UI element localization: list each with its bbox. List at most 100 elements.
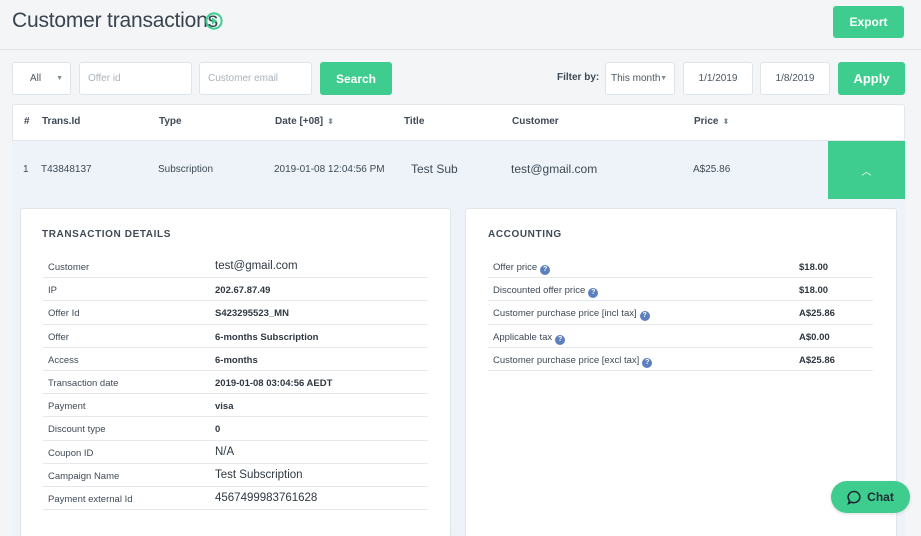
date-from-value: 1/1/2019 (698, 73, 738, 84)
detail-value: 202.67.87.49 (215, 285, 271, 297)
detail-row: Customer test@gmail.com (43, 255, 428, 279)
type-select[interactable]: All ▼ (12, 62, 71, 95)
detail-row: IP 202.67.87.49 (43, 278, 428, 302)
detail-row: Coupon ID N/A (43, 441, 428, 464)
detail-row: Offer Id S423295523_MN (43, 301, 428, 325)
question-circle-icon[interactable]: ? (540, 265, 551, 275)
offer-id-input[interactable] (80, 73, 191, 84)
row-title: Test Sub (411, 162, 458, 176)
date-to-value: 1/8/2019 (775, 73, 815, 84)
accounting-card: ACCOUNTING Offer price? $18.00 Discounted… (465, 208, 897, 536)
accounting-row: Customer purchase price [incl tax]? A$25.… (488, 301, 873, 325)
detail-key: Discount type (48, 424, 106, 436)
page-title: Customer transactions (12, 9, 218, 32)
question-circle-icon[interactable]: ? (555, 334, 566, 345)
column-header-date-label: Date [+08] (275, 116, 324, 127)
row-detail-panel: TRANSACTION DETAILS Customer test@gmail.c… (12, 199, 905, 536)
chevron-down-icon: ▼ (56, 75, 63, 82)
column-header-price[interactable]: Price ⬍ (694, 116, 729, 127)
date-to-input[interactable]: 1/8/2019 (760, 62, 830, 95)
offer-id-input-wrapper (79, 62, 192, 95)
detail-key: Access (48, 354, 79, 366)
detail-row: Offer 6-months Subscription (43, 325, 428, 348)
period-select-value: This month (611, 73, 661, 84)
detail-row: Discount type 0 (43, 417, 428, 441)
collapse-row-button[interactable]: ︿ (828, 141, 905, 200)
table-row[interactable]: 1 T43848137 Subscription 2019-01-08 12:0… (12, 140, 905, 200)
accounting-key: Applicable tax? (493, 332, 566, 345)
accounting-value: $18.00 (799, 285, 829, 297)
accounting-row: Customer purchase price [excl tax]? A$25.… (488, 348, 873, 371)
accounting-key: Customer purchase price [incl tax]? (493, 308, 650, 322)
type-select-value: All (30, 73, 42, 84)
detail-key: Coupon ID (48, 447, 94, 459)
accounting-table: Offer price? $18.00 Discounted offer pric… (488, 255, 873, 371)
detail-key: Customer (48, 262, 90, 273)
accounting-row: Discounted offer price? $18.00 (488, 278, 873, 302)
table-header: # Trans.Id Type Date [+08] ⬍ Title Custom… (12, 104, 905, 140)
sort-icon[interactable]: ⬍ (722, 117, 729, 126)
column-header-trans-id: Trans.Id (42, 116, 81, 127)
accounting-value: $18.00 (799, 262, 829, 273)
row-price: A$25.86 (693, 164, 731, 175)
detail-value: 4567499983761628 (215, 491, 318, 504)
accounting-row: Offer price? $18.00 (488, 255, 873, 279)
row-type: Subscription (158, 164, 214, 175)
accounting-key: Customer purchase price [excl tax]? (493, 355, 653, 368)
search-button[interactable]: Search (320, 62, 392, 95)
accounting-key: Offer price? (493, 262, 551, 275)
accounting-title: ACCOUNTING (488, 229, 562, 240)
speech-bubble-icon (847, 490, 861, 505)
detail-value: visa (215, 401, 234, 413)
detail-key: IP (48, 285, 57, 297)
detail-row: Transaction date 2019-01-08 03:04:56 AEDT (43, 371, 428, 395)
accounting-value: A$25.86 (799, 354, 835, 366)
sort-icon[interactable]: ⬍ (327, 117, 334, 126)
detail-row: Access 6-months (43, 348, 428, 371)
column-header-type: Type (159, 116, 182, 127)
row-customer: test@gmail.com (511, 162, 598, 176)
detail-row: Campaign Name Test Subscription (43, 464, 428, 487)
column-header-customer: Customer (512, 116, 559, 127)
question-circle-icon[interactable]: ? (588, 288, 599, 299)
detail-key: Offer (48, 331, 69, 343)
detail-value: N/A (215, 445, 235, 458)
accounting-value: A$0.00 (799, 331, 830, 343)
detail-row: Payment external Id 4567499983761628 (43, 487, 428, 511)
detail-key: Campaign Name (48, 470, 120, 482)
detail-key: Payment external Id (48, 493, 133, 505)
question-circle-icon[interactable]: ? (642, 357, 653, 368)
play-circle-icon[interactable] (205, 12, 223, 30)
apply-button[interactable]: Apply (838, 62, 905, 95)
transaction-details-table: Customer test@gmail.com IP 202.67.87.49 Of… (43, 255, 428, 511)
accounting-value: A$25.86 (799, 308, 835, 320)
customer-email-input-wrapper (199, 62, 312, 95)
date-from-input[interactable]: 1/1/2019 (683, 62, 753, 95)
export-button[interactable]: Export (833, 6, 904, 38)
column-header-date[interactable]: Date [+08] ⬍ (275, 116, 334, 127)
detail-row: Payment visa (43, 394, 428, 418)
transaction-details-title: TRANSACTION DETAILS (42, 229, 171, 240)
accounting-key: Discounted offer price? (493, 285, 599, 299)
detail-value: 6-months (215, 354, 258, 366)
chat-button[interactable]: Chat (831, 481, 910, 513)
detail-key: Payment (48, 401, 86, 413)
chevron-down-icon: ▼ (660, 75, 667, 82)
column-header-number: # (24, 116, 30, 127)
column-header-title: Title (404, 116, 425, 127)
detail-value: 0 (215, 424, 221, 436)
customer-email-input[interactable] (200, 73, 311, 84)
detail-key: Transaction date (48, 377, 119, 389)
question-circle-icon[interactable]: ? (639, 311, 650, 322)
chevron-up-icon: ︿ (861, 167, 872, 178)
chat-label: Chat (867, 490, 894, 504)
detail-key: Offer Id (48, 308, 80, 320)
detail-value: Test Subscription (215, 468, 303, 481)
row-date: 2019-01-08 12:04:56 PM (274, 164, 385, 175)
row-trans-id: T43848137 (41, 164, 92, 175)
period-select[interactable]: This month ▼ (605, 62, 675, 95)
row-number: 1 (23, 164, 29, 175)
filter-by-label: Filter by: (557, 72, 600, 83)
page-header: Customer transactions Export (0, 0, 921, 50)
detail-value: S423295523_MN (215, 308, 289, 320)
